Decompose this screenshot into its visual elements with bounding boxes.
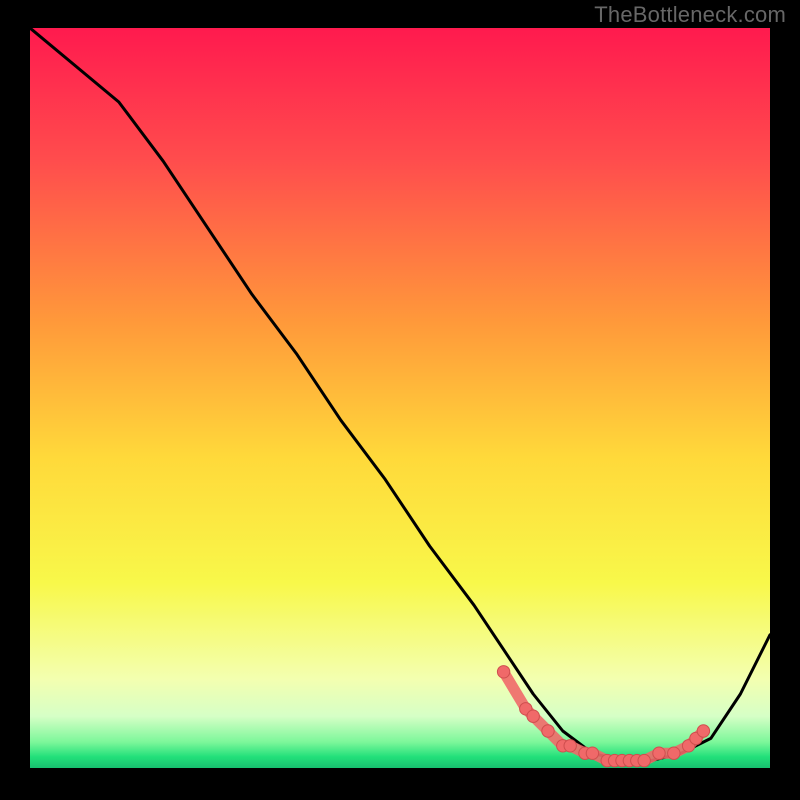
highlight-point [542,725,554,737]
highlight-point [564,740,576,752]
chart-container: TheBottleneck.com [0,0,800,800]
chart-svg [30,28,770,768]
plot-area [30,28,770,768]
highlight-point [638,754,650,766]
highlight-point [586,747,598,759]
highlight-point [497,666,509,678]
gradient-background [30,28,770,768]
watermark-text: TheBottleneck.com [594,2,786,28]
highlight-point [653,747,665,759]
highlight-point [668,747,680,759]
highlight-point [697,725,709,737]
highlight-point [527,710,539,722]
